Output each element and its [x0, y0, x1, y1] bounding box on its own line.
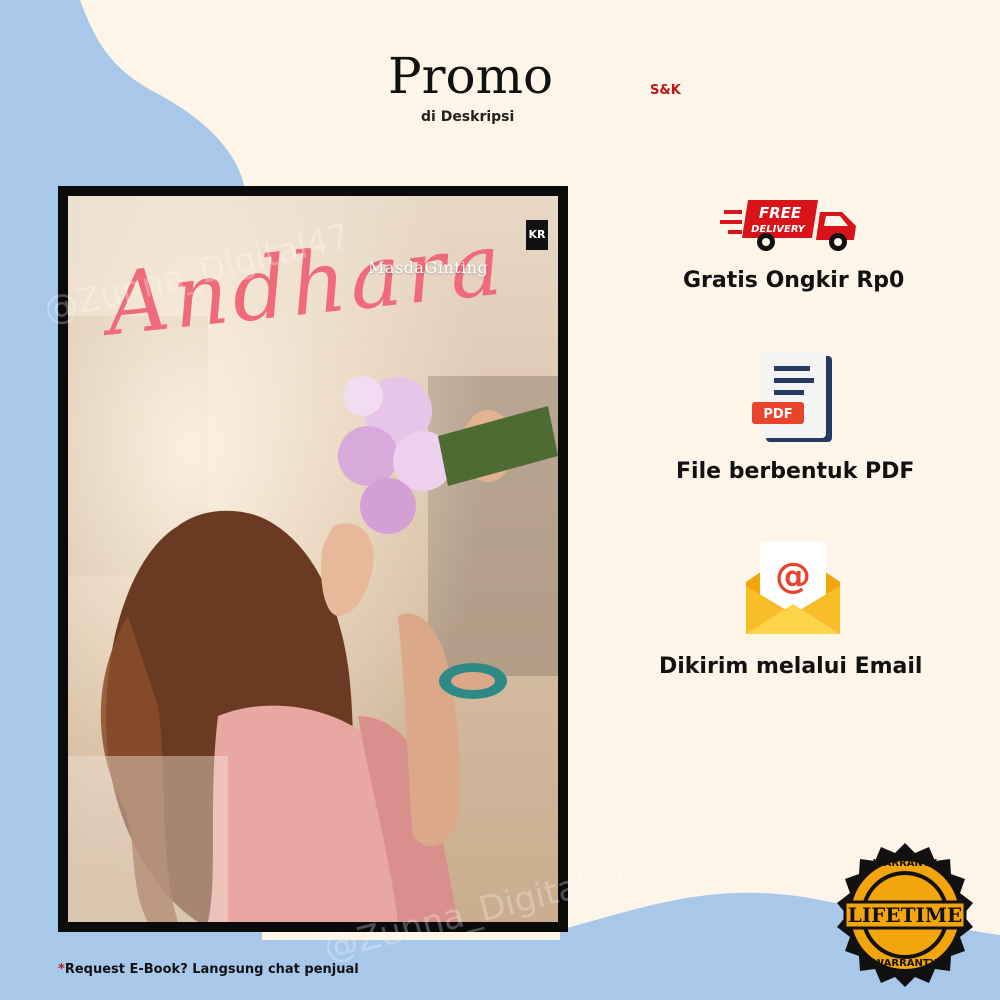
email-envelope-icon: @ — [744, 542, 842, 642]
promo-title: Promo — [388, 47, 554, 105]
request-ebook-text: Request E-Book? Langsung chat penjual — [64, 962, 359, 977]
svg-text:@: @ — [775, 556, 811, 597]
terms-label: S&K — [650, 83, 681, 98]
feature-pdf-format: File berbentuk PDF — [676, 459, 915, 484]
badge-bottom-text: WARRANTY — [873, 958, 937, 969]
badge-center-text: LIFETIME — [847, 903, 963, 927]
pdf-file-icon: PDF — [752, 352, 838, 450]
request-ebook-note: *Request E-Book? Langsung chat penjual — [58, 962, 359, 977]
badge-top-text: WARRANTY — [873, 858, 937, 869]
lifetime-warranty-badge: WARRANTY LIFETIME WARRANTY — [830, 840, 980, 990]
asterisk: * — [58, 962, 65, 977]
svg-text:FREE: FREE — [759, 204, 802, 222]
promo-subtitle: di Deskripsi — [421, 109, 515, 125]
svg-text:PDF: PDF — [763, 407, 792, 422]
publisher-logo: KR — [526, 220, 548, 250]
free-delivery-truck-icon: FREE DELIVERY — [720, 196, 865, 258]
cover-author: MasdaGinting — [368, 258, 489, 277]
svg-text:DELIVERY: DELIVERY — [751, 224, 807, 235]
feature-free-shipping: Gratis Ongkir Rp0 — [683, 268, 905, 293]
feature-email-delivery: Dikirim melalui Email — [659, 654, 923, 679]
